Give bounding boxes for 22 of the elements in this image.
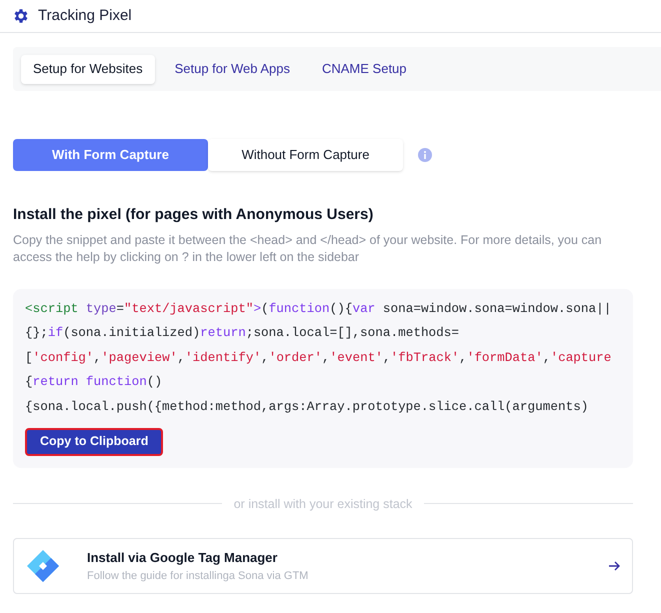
integration-title: Install via Google Tag Manager bbox=[87, 549, 278, 568]
divider-text: or install with your existing stack bbox=[234, 496, 412, 513]
settings-icon bbox=[12, 7, 30, 25]
integration-card[interactable]: Install via Google Tag Manager Follow the guide for installinga Sona via GTM bbox=[13, 538, 633, 594]
toggle-option[interactable]: Without Form Capture bbox=[208, 139, 403, 171]
code-line: {sona.local.push({method:method,args:Array.prototype.slice.call(arguments) bbox=[25, 398, 588, 414]
section-description: Copy the snippet and paste it between the <head> and </head> of your website. For more details, you can access the help by clicking on ? in the lower left on the sidebar bbox=[13, 232, 603, 266]
tab[interactable]: Setup for Websites bbox=[21, 54, 155, 84]
section-heading: Install the pixel (for pages with Anonymous Users) bbox=[13, 205, 374, 225]
copy-to-clipboard-button[interactable]: Copy to Clipboard bbox=[25, 428, 164, 456]
tab[interactable]: CNAME Setup bbox=[310, 54, 419, 84]
code-line: {return function() bbox=[25, 373, 162, 391]
integration-subtitle: Follow the guide for installinga Sona via GTM bbox=[87, 568, 310, 584]
code-line: {};if(sona.initialized)return;sona.local=[],sona.methods= bbox=[25, 324, 460, 342]
page-title: Tracking Pixel bbox=[38, 6, 132, 26]
arrow-right-icon bbox=[609, 561, 620, 572]
toggle-option[interactable]: With Form Capture bbox=[13, 139, 208, 171]
info-icon[interactable] bbox=[418, 148, 432, 162]
diamond-logo-icon bbox=[26, 549, 60, 584]
code-line: ['config','pageview','identify','order','event','fbTrack','formData','capture bbox=[25, 348, 612, 366]
tab[interactable]: Setup for Web Apps bbox=[162, 54, 302, 84]
code-line: <script type="text/javascript">(function(){var sona=window.sona=window.sona|| bbox=[25, 300, 612, 318]
